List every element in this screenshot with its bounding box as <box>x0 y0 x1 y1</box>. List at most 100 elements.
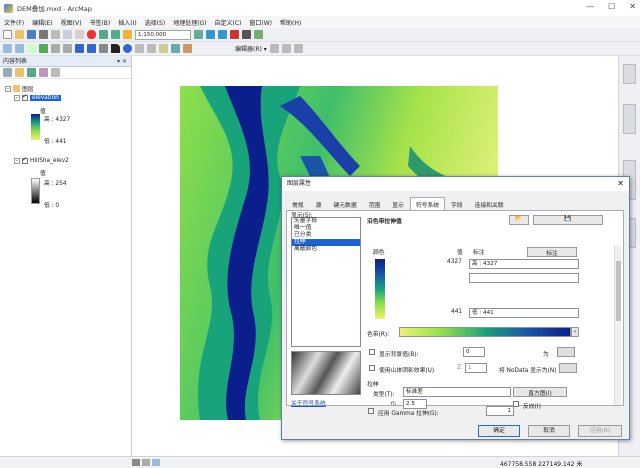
renderer-stretched[interactable]: 拉伸 <box>292 239 360 246</box>
mid-label-field[interactable] <box>469 273 579 283</box>
layout-view-icon[interactable] <box>142 459 150 466</box>
delete-icon[interactable] <box>87 30 96 39</box>
hillshade-visibility-checkbox[interactable] <box>22 156 28 164</box>
z-factor-field[interactable]: 1 <box>465 363 487 373</box>
zoom-out-icon[interactable] <box>15 44 24 53</box>
add-data-icon[interactable] <box>123 30 132 39</box>
renderer-discrete-color[interactable]: 离散颜色 <box>292 246 360 253</box>
catalog-icon[interactable] <box>218 30 227 39</box>
menu-geoprocessing[interactable]: 地理处理(G) <box>173 18 206 27</box>
nodata-color-picker[interactable] <box>559 363 577 373</box>
measure-icon[interactable] <box>147 44 156 53</box>
scrollbar-thumb[interactable] <box>616 261 621 321</box>
menu-file[interactable]: 文件(F) <box>4 18 24 27</box>
menu-help[interactable]: 帮助(H) <box>280 18 301 27</box>
pan-icon[interactable] <box>27 44 36 53</box>
list-by-drawing-order-icon[interactable] <box>3 68 12 77</box>
about-symbology-link[interactable]: 关于符号系统 <box>291 398 326 407</box>
renderer-classified[interactable]: 已分类 <box>292 232 360 239</box>
data-view-icon[interactable] <box>132 459 140 466</box>
list-by-source-icon[interactable] <box>15 68 24 77</box>
time-slider-icon[interactable] <box>183 44 192 53</box>
python-icon[interactable] <box>242 30 251 39</box>
cancel-button[interactable]: 取消 <box>528 425 570 437</box>
table-of-contents-icon[interactable] <box>206 30 215 39</box>
refresh-icon[interactable] <box>152 459 160 466</box>
full-extent-icon[interactable] <box>39 44 48 53</box>
edit-tool-icon[interactable] <box>269 44 279 53</box>
menu-windows[interactable]: 窗口(W) <box>249 18 272 27</box>
chevron-down-icon[interactable]: ⌄ <box>571 327 579 337</box>
display-background-checkbox[interactable] <box>369 349 375 355</box>
elevation-visibility-checkbox[interactable] <box>22 93 28 101</box>
high-label-field[interactable]: 高 : 4327 <box>469 259 579 269</box>
gamma-stretch-checkbox[interactable] <box>368 408 374 414</box>
back-icon[interactable] <box>75 44 84 53</box>
forward-icon[interactable] <box>87 44 96 53</box>
fixed-zoom-out-icon[interactable] <box>63 44 72 53</box>
elevation-layer-name[interactable]: elevation <box>30 95 61 101</box>
paste-icon[interactable] <box>75 30 84 39</box>
new-icon[interactable] <box>3 30 12 39</box>
arctoolbox-icon[interactable] <box>230 30 239 39</box>
zoom-in-icon[interactable] <box>3 44 12 53</box>
close-button[interactable]: ✕ <box>629 2 636 11</box>
background-value-field[interactable]: 0 <box>463 347 485 357</box>
panel-scrollbar[interactable] <box>614 245 621 405</box>
menu-bookmarks[interactable]: 书签(B) <box>89 18 110 27</box>
html-popup-icon[interactable] <box>171 44 180 53</box>
copy-icon[interactable] <box>63 30 72 39</box>
list-by-visibility-icon[interactable] <box>27 68 36 77</box>
low-label-field[interactable]: 低 : 441 <box>469 308 579 318</box>
find-icon[interactable] <box>135 44 144 53</box>
color-ramp-dropdown[interactable] <box>399 327 571 337</box>
print-icon[interactable] <box>39 30 48 39</box>
sketch-tool-icon[interactable] <box>281 44 291 53</box>
hillshade-effect-checkbox[interactable] <box>369 365 375 371</box>
menu-edit[interactable]: 编辑(E) <box>32 18 52 27</box>
minimize-button[interactable]: — <box>586 2 594 11</box>
background-color-picker[interactable] <box>557 347 575 357</box>
menu-view[interactable]: 视图(V) <box>61 18 82 27</box>
identify-icon[interactable] <box>123 44 132 53</box>
menu-customize[interactable]: 自定义(C) <box>215 18 242 27</box>
fixed-zoom-in-icon[interactable] <box>51 44 60 53</box>
select-features-icon[interactable] <box>99 44 108 53</box>
select-elements-icon[interactable] <box>111 44 120 53</box>
redo-icon[interactable] <box>111 30 120 39</box>
list-by-selection-icon[interactable] <box>39 68 48 77</box>
label-button[interactable]: 标注 <box>527 247 577 257</box>
save-icon[interactable] <box>27 30 36 39</box>
undo-icon[interactable] <box>99 30 108 39</box>
histograms-button[interactable]: 直方图(I) <box>513 387 567 397</box>
toc-pin-close[interactable]: ▾ ✕ <box>117 56 127 67</box>
editor-menu[interactable]: 编辑器(R) ▾ <box>235 44 267 53</box>
search-dock-tab[interactable] <box>623 104 636 134</box>
hyperlink-icon[interactable] <box>159 44 168 53</box>
open-icon[interactable] <box>15 30 24 39</box>
gamma-value-field[interactable]: 1 <box>486 406 514 416</box>
collapse-icon[interactable]: - <box>14 158 20 164</box>
options-icon[interactable] <box>51 68 60 77</box>
editor-toolbar-icon[interactable] <box>194 30 203 39</box>
menu-selection[interactable]: 选择(S) <box>145 18 166 27</box>
apply-button[interactable]: 应用(A) <box>578 425 622 437</box>
layers-group-row[interactable]: - 图层 <box>5 84 34 93</box>
attributes-icon[interactable] <box>293 44 303 53</box>
open-renderer-button[interactable]: 📂 <box>509 215 529 225</box>
ok-button[interactable]: 确定 <box>478 425 520 437</box>
renderer-vector-field[interactable]: 矢量字段 <box>292 218 360 225</box>
menu-insert[interactable]: 插入(I) <box>118 18 136 27</box>
hillshade-layer-name[interactable]: HillSha_elev2 <box>30 158 69 164</box>
elevation-layer-row[interactable]: - elevation <box>14 93 61 101</box>
hillshade-layer-row[interactable]: - HillSha_elev2 <box>14 156 69 164</box>
scale-input[interactable]: 1:150,000 <box>135 29 191 40</box>
modelbuilder-icon[interactable] <box>254 30 263 39</box>
maximize-button[interactable]: ☐ <box>608 2 615 11</box>
stretch-type-dropdown[interactable]: 标准差 <box>403 387 511 397</box>
collapse-icon[interactable]: - <box>5 85 11 92</box>
dialog-close-button[interactable]: ✕ <box>617 177 624 191</box>
save-renderer-button[interactable]: 💾 <box>533 215 603 225</box>
cut-icon[interactable] <box>51 30 60 39</box>
collapse-icon[interactable]: - <box>14 95 20 101</box>
